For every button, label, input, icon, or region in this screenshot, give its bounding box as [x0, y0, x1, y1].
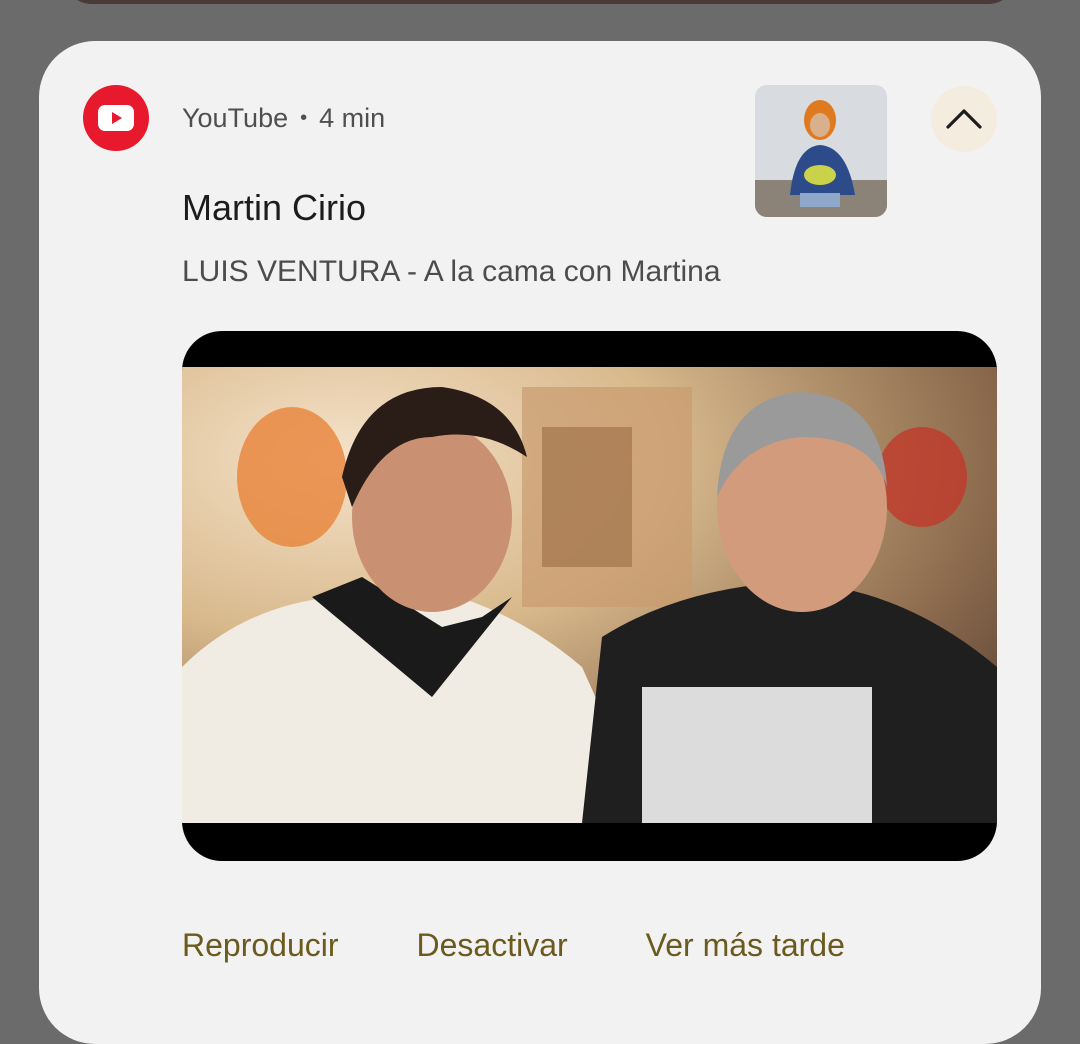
chevron-up-icon: [946, 109, 982, 129]
video-thumbnail-scene: [182, 367, 997, 823]
notification-title: Martin Cirio: [182, 187, 367, 228]
expand-button[interactable]: [931, 86, 997, 152]
disable-button[interactable]: Desactivar: [417, 927, 568, 964]
youtube-icon: [83, 85, 149, 151]
header-separator: •: [300, 107, 308, 129]
notification-actions: Reproducir Desactivar Ver más tarde: [182, 927, 845, 964]
notification-text: LUIS VENTURA - A la cama con Martina: [182, 255, 721, 288]
video-preview-image[interactable]: [182, 331, 997, 861]
channel-thumbnail: [755, 85, 887, 217]
watch-later-button[interactable]: Ver más tarde: [646, 927, 845, 964]
app-name: YouTube: [182, 103, 289, 133]
notification-card[interactable]: YouTube • 4 min Martin Cirio LUIS VENTUR…: [39, 41, 1041, 1044]
notification-header: YouTube • 4 min: [182, 103, 385, 134]
previous-notification-edge: [62, 0, 1018, 4]
play-button[interactable]: Reproducir: [182, 927, 339, 964]
notification-time: 4 min: [319, 103, 386, 133]
